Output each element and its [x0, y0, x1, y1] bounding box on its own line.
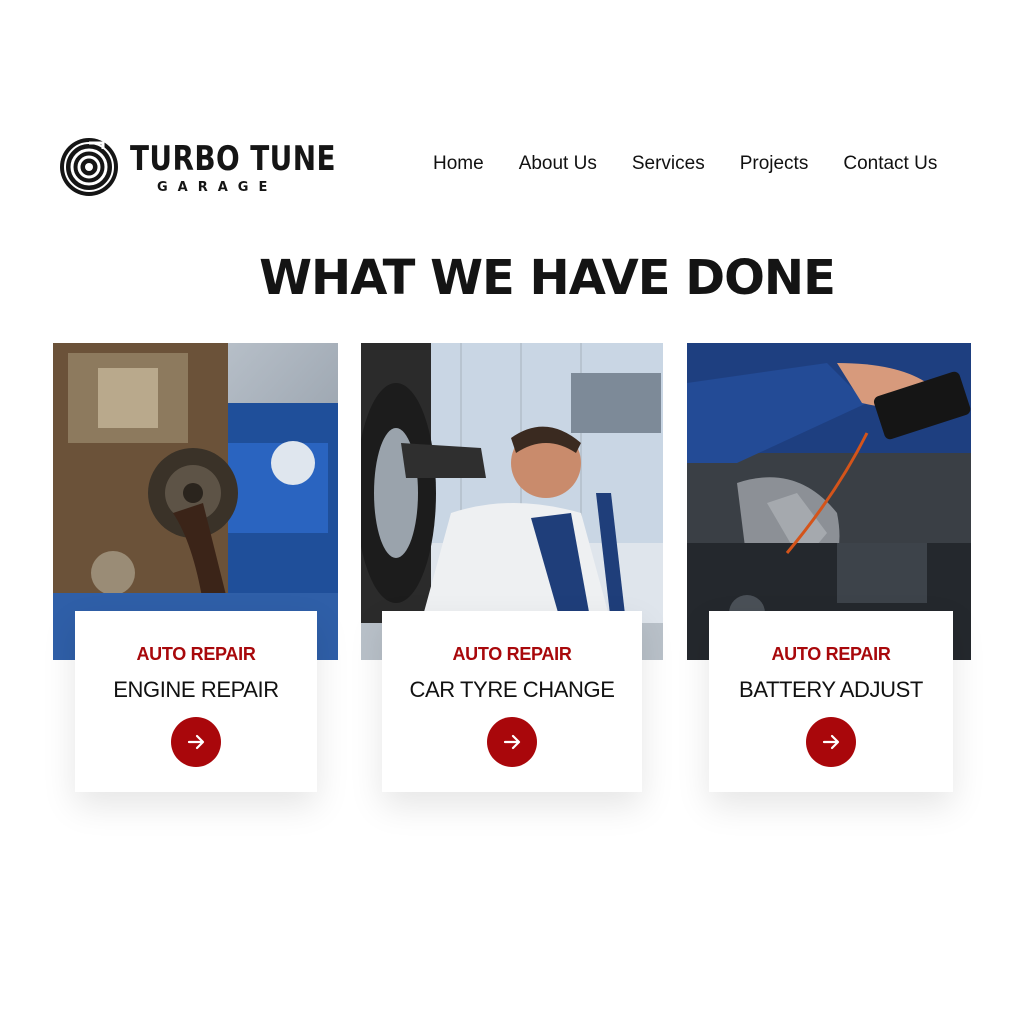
nav-services[interactable]: Services — [632, 152, 705, 176]
section-title: WHAT WE HAVE DONE — [259, 250, 836, 306]
nav-contact-us[interactable]: Contact Us — [843, 152, 937, 176]
card-title: BATTERY ADJUST — [739, 677, 923, 702]
card-category: AUTO REPAIR — [452, 644, 572, 664]
brand-logo[interactable]: TURBO TUNE GARAGE — [59, 137, 381, 197]
arrow-right-icon — [503, 734, 521, 750]
arrow-right-icon — [822, 734, 840, 750]
turbo-logo-icon — [60, 138, 118, 196]
brand-name: TURBO TUNE — [130, 138, 336, 179]
card-title: ENGINE REPAIR — [113, 677, 279, 702]
card-category: AUTO REPAIR — [771, 644, 891, 664]
nav-projects[interactable]: Projects — [740, 152, 809, 176]
card-arrow-button[interactable] — [806, 717, 856, 767]
card-title: CAR TYRE CHANGE — [409, 677, 615, 702]
card-arrow-button[interactable] — [171, 717, 221, 767]
nav-home[interactable]: Home — [433, 152, 484, 176]
nav-about-us[interactable]: About Us — [519, 152, 597, 176]
card-car-tyre-change: AUTO REPAIR CAR TYRE CHANGE — [382, 611, 642, 792]
card-battery-adjust: AUTO REPAIR BATTERY ADJUST — [709, 611, 953, 792]
card-engine-repair: AUTO REPAIR ENGINE REPAIR — [75, 611, 317, 792]
brand-subtitle: GARAGE — [157, 179, 278, 195]
arrow-right-icon — [187, 734, 205, 750]
card-category: AUTO REPAIR — [136, 644, 256, 664]
main-nav: Home About Us Services Projects Contact … — [433, 152, 937, 176]
card-arrow-button[interactable] — [487, 717, 537, 767]
